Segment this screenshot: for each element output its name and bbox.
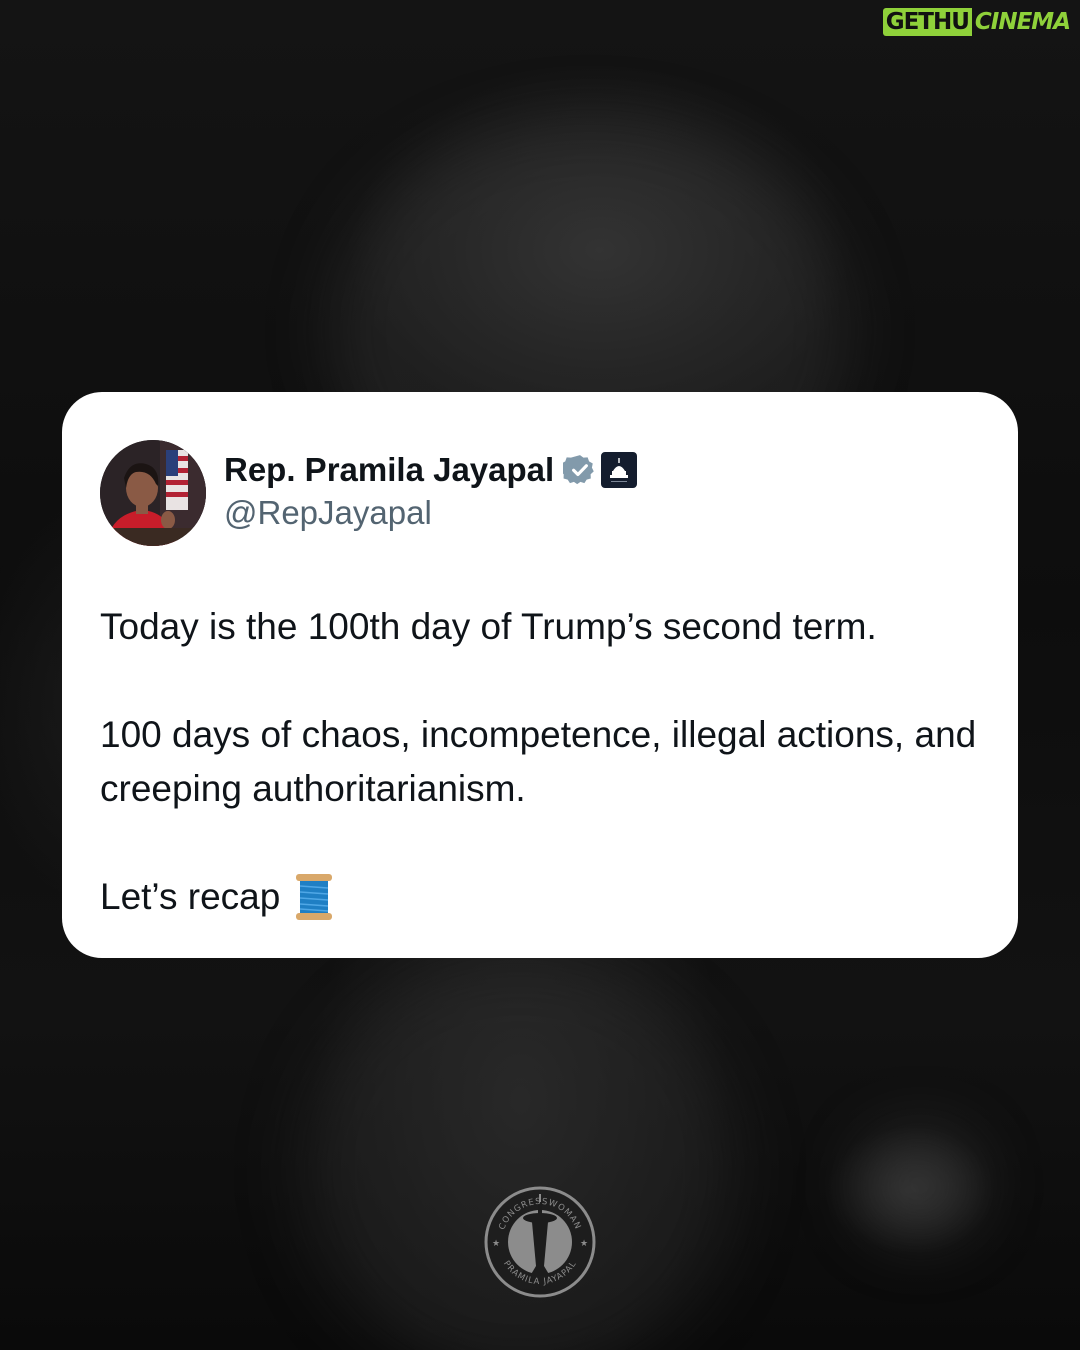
tweet-paragraph: 100 days of chaos, incompetence, illegal… [100, 714, 977, 809]
congresswoman-seal-logo: CONGRESSWOMAN PRAMILA JAYAPAL ★ ★ [484, 1186, 596, 1298]
tweet-header: Rep. Pramila Jayapal @RepJayapal [224, 448, 638, 532]
watermark-part-b: CINEMA [974, 9, 1071, 35]
verified-badge-icon [560, 453, 597, 487]
gethucinema-watermark: GETHU CINEMA [882, 8, 1072, 36]
author-handle[interactable]: @RepJayapal [224, 494, 637, 532]
author-name[interactable]: Rep. Pramila Jayapal [224, 451, 554, 489]
tweet-recap-row: Let’s recap [100, 870, 990, 924]
seal-star-left: ★ [492, 1239, 500, 1249]
tweet-paragraph: Let’s recap [100, 876, 281, 917]
seal-star-right: ★ [580, 1239, 588, 1249]
avatar-photo [100, 440, 206, 546]
capitol-badge-icon [601, 452, 638, 488]
tweet-card: Rep. Pramila Jayapal @RepJayapal Today i… [62, 392, 1018, 958]
post-image-canvas: GETHU CINEMA Rep. Pramila Jayapal @RepJa… [0, 0, 1080, 1350]
watermark-part-a: GETHU [882, 8, 972, 36]
avatar[interactable] [100, 440, 206, 546]
author-row: Rep. Pramila Jayapal [224, 448, 638, 492]
tweet-paragraph: Today is the 100th day of Trump’s second… [100, 606, 877, 647]
background-blur-shape [860, 1130, 980, 1240]
tweet-body: Today is the 100th day of Trump’s second… [100, 600, 990, 924]
thread-spool-icon [294, 872, 334, 922]
